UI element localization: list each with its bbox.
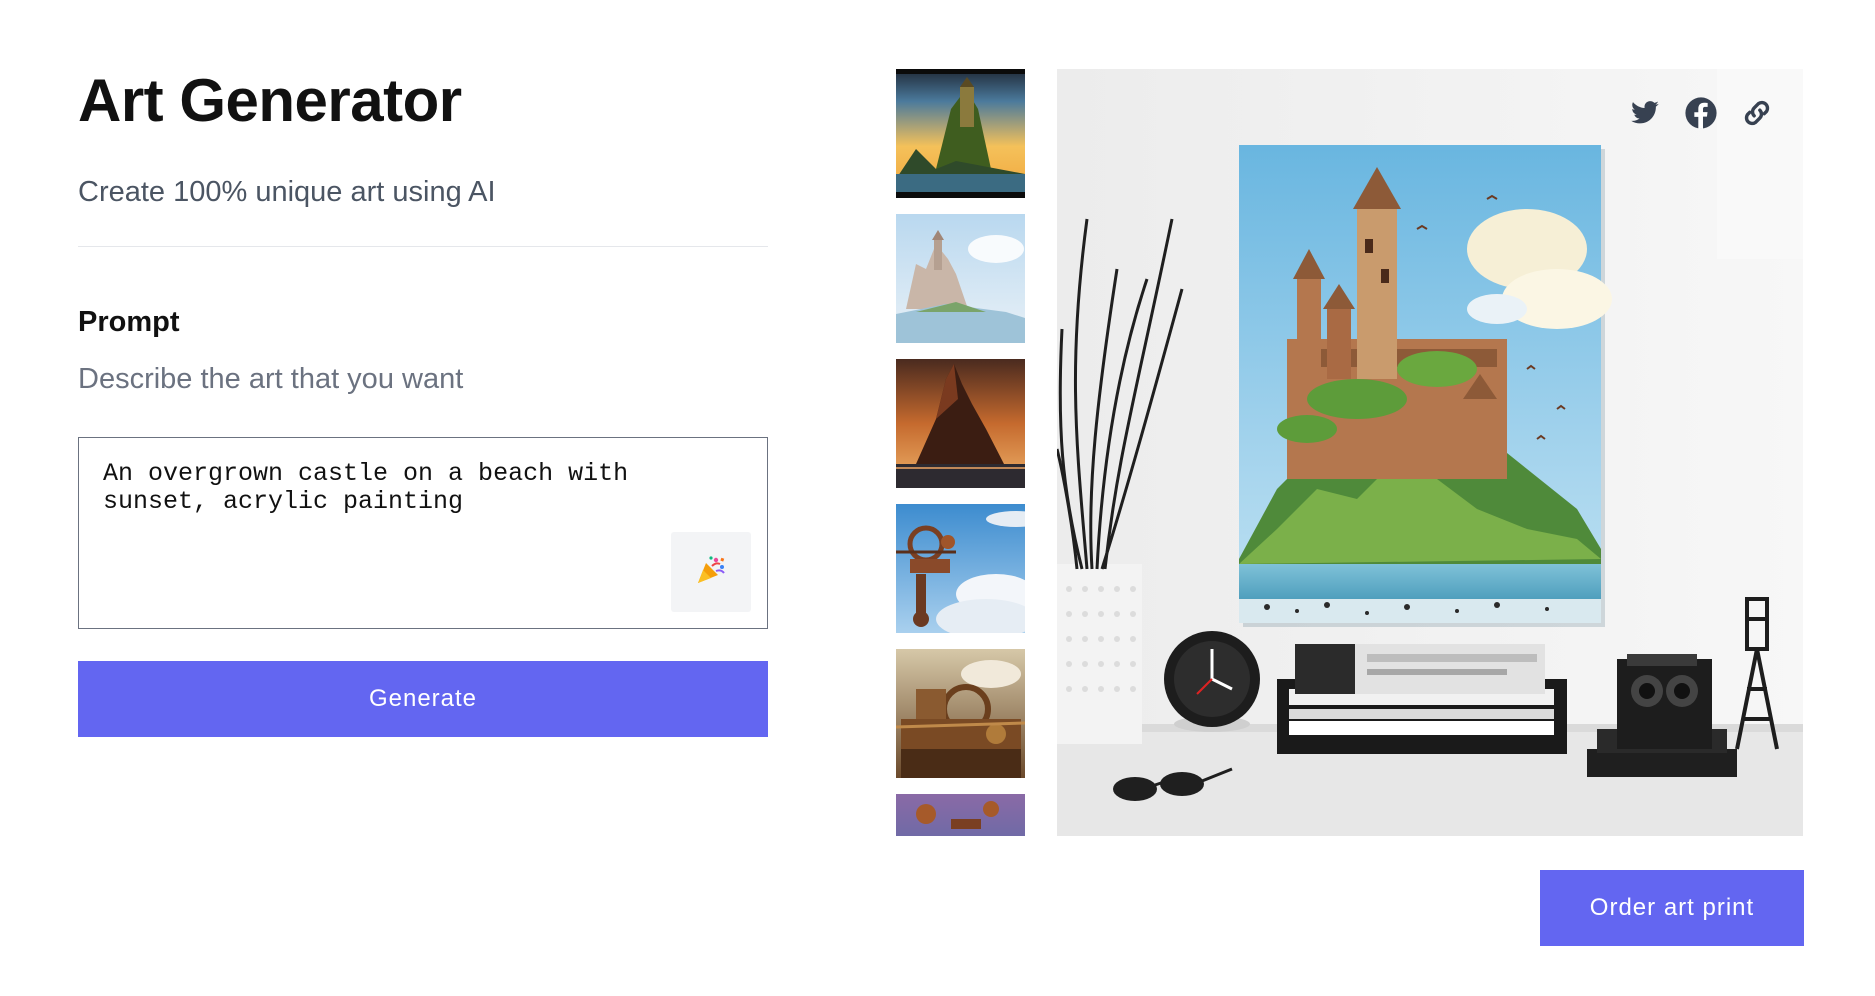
castle-artwork [1239, 145, 1612, 627]
art-mockup-image [1057, 69, 1803, 836]
steampunk-machine-thumbnail[interactable] [896, 649, 1025, 778]
generate-button[interactable]: Generate [78, 661, 768, 737]
surprise-me-button[interactable] [671, 532, 751, 612]
party-popper-icon [694, 553, 728, 592]
art-generator-page: Art Generator Create 100% unique art usi… [0, 0, 1875, 996]
castle-misty-thumbnail[interactable] [896, 214, 1025, 343]
magazine-stack-decor [1277, 644, 1567, 754]
airship-partial-thumbnail[interactable] [896, 794, 1025, 836]
castle-sunset-thumbnail[interactable] [896, 69, 1025, 198]
link-icon[interactable] [1739, 95, 1775, 131]
share-icons [1627, 95, 1775, 131]
page-title: Art Generator [78, 67, 462, 134]
twitter-icon[interactable] [1627, 95, 1663, 131]
airship-clouds-thumbnail[interactable] [896, 504, 1025, 633]
generator-form: Art Generator Create 100% unique art usi… [78, 60, 768, 737]
prompt-field: An overgrown castle on a beach with suns… [78, 437, 768, 629]
art-preview [1057, 69, 1803, 836]
thumbnail-strip [896, 69, 1025, 836]
order-art-print-button[interactable]: Order art print [1540, 870, 1804, 946]
rock-castle-sunset-thumbnail[interactable] [896, 359, 1025, 488]
page-subtitle: Create 100% unique art using AI [78, 176, 496, 208]
prompt-input[interactable]: An overgrown castle on a beach with suns… [103, 460, 723, 580]
prompt-help-text: Describe the art that you want [78, 363, 464, 395]
divider [78, 246, 768, 247]
prompt-label: Prompt [78, 306, 180, 338]
facebook-icon[interactable] [1683, 95, 1719, 131]
